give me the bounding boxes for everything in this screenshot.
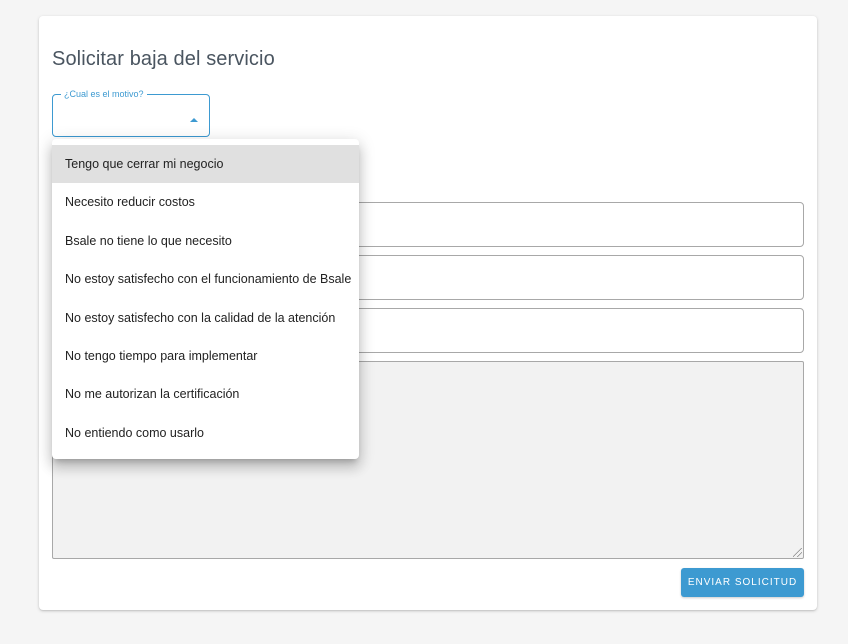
menu-item[interactable]: No me autorizan la certificación bbox=[52, 375, 359, 413]
menu-item[interactable]: No entiendo como usarlo bbox=[52, 414, 359, 452]
reason-select-label: ¿Cual es el motivo? bbox=[61, 89, 147, 100]
reason-dropdown-menu: Tengo que cerrar mi negocio Necesito red… bbox=[52, 139, 359, 459]
menu-item[interactable]: No estoy satisfecho con la calidad de la… bbox=[52, 299, 359, 337]
menu-item[interactable]: Necesito reducir costos bbox=[52, 183, 359, 221]
menu-item[interactable]: Bsale no tiene lo que necesito bbox=[52, 222, 359, 260]
menu-item[interactable]: No estoy satisfecho con el funcionamient… bbox=[52, 260, 359, 298]
menu-item[interactable]: Tengo que cerrar mi negocio bbox=[52, 145, 359, 184]
page-title: Solicitar baja del servicio bbox=[52, 48, 275, 70]
resize-handle-icon[interactable] bbox=[793, 548, 802, 557]
menu-item[interactable]: No tengo tiempo para implementar bbox=[52, 337, 359, 375]
caret-up-icon bbox=[190, 118, 198, 122]
reason-select[interactable]: ¿Cual es el motivo? bbox=[52, 89, 210, 137]
submit-request-button[interactable]: ENVIAR SOLICITUD bbox=[681, 568, 804, 597]
